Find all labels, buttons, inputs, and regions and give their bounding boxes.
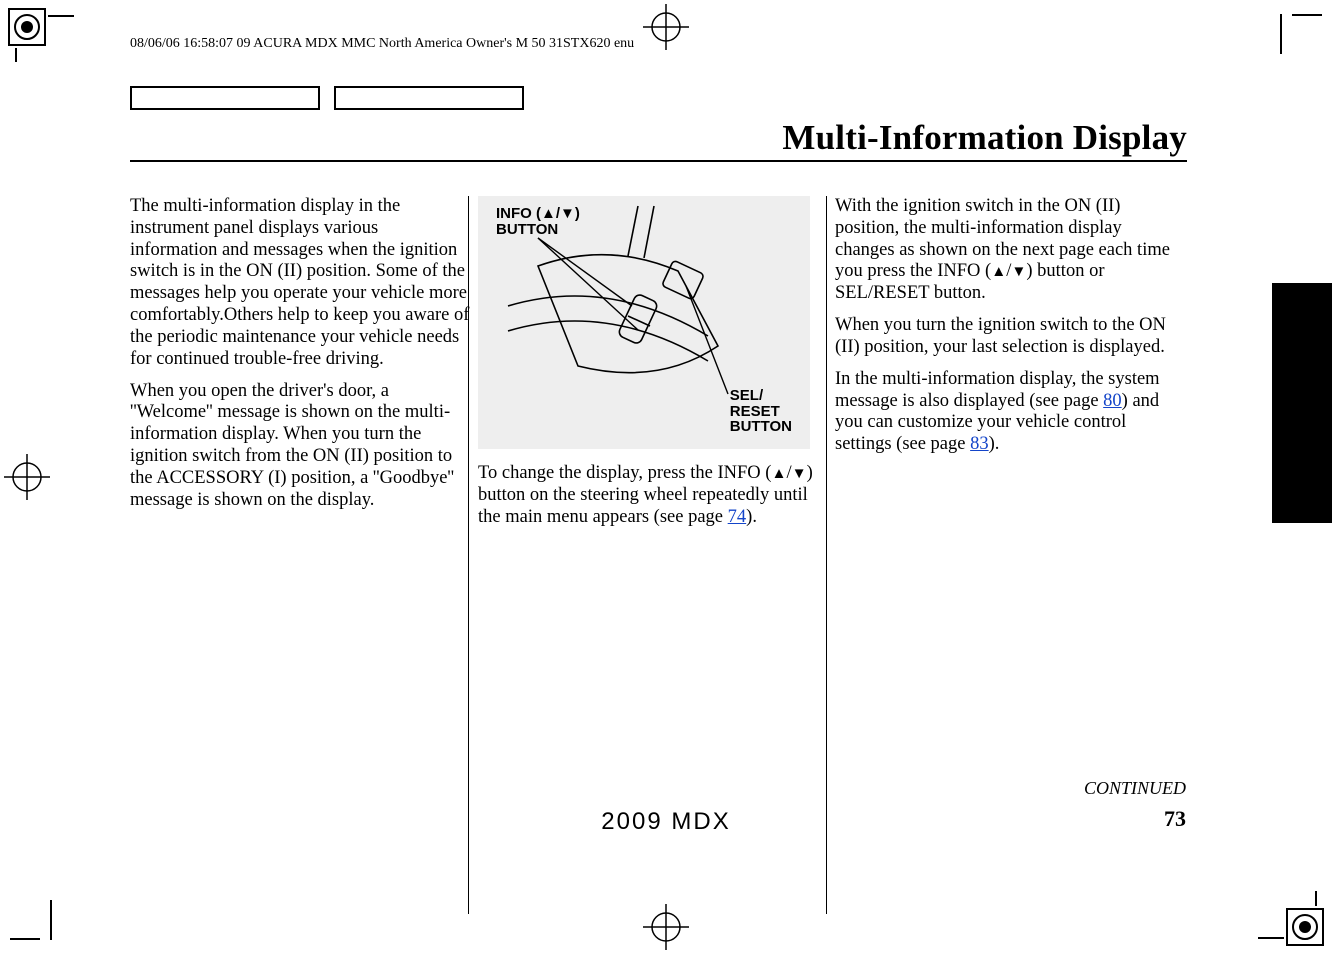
paragraph: When you open the driver's door, a ''Wel… (130, 381, 470, 512)
manual-page: 08/06/06 16:58:07 09 ACURA MDX MMC North… (0, 0, 1332, 954)
hollow-box-1 (130, 86, 320, 110)
triangle-down-icon (1011, 261, 1026, 281)
page-ref-link[interactable]: 80 (1103, 391, 1122, 411)
steering-wheel-svg (478, 196, 810, 449)
triangle-up-icon (991, 261, 1006, 281)
column-2: INFO (▲/▼) BUTTON SEL/ RESET BUTTON (478, 196, 818, 538)
steering-wheel-diagram: INFO (▲/▼) BUTTON SEL/ RESET BUTTON (478, 196, 810, 449)
triangle-up-icon (771, 463, 786, 483)
hollow-box-2 (334, 86, 524, 110)
registration-cross-left (4, 454, 50, 500)
column-3: With the ignition switch in the ON (II) … (835, 196, 1185, 466)
paragraph: In the multi-information display, the sy… (835, 369, 1185, 456)
text: ). (989, 434, 1000, 454)
registration-cross-top (643, 4, 689, 50)
paragraph: To change the display, press the INFO ( /… (478, 463, 818, 528)
title-rule (130, 160, 1187, 162)
page-ref-link[interactable]: 83 (970, 434, 989, 454)
text: / (786, 463, 791, 483)
paragraph: The multi-information display in the ins… (130, 196, 470, 371)
registration-cross-bottom (643, 904, 689, 950)
page-title: Multi-Information Display (782, 118, 1187, 158)
paragraph: With the ignition switch in the ON (II) … (835, 196, 1185, 305)
column-1: The multi-information display in the ins… (130, 196, 470, 522)
text: ). (746, 507, 757, 527)
column-divider (826, 196, 827, 914)
page-ref-link[interactable]: 74 (728, 507, 747, 527)
crop-mark (50, 900, 52, 940)
crop-mark (1292, 14, 1322, 16)
paragraph: When you turn the ignition switch to the… (835, 315, 1185, 359)
printer-mark-br (1254, 891, 1324, 946)
content-area: The multi-information display in the ins… (130, 196, 1187, 794)
metadata-header: 08/06/06 16:58:07 09 ACURA MDX MMC North… (130, 36, 634, 52)
text: To change the display, press the INFO ( (478, 463, 771, 483)
crop-mark (1280, 14, 1282, 54)
section-tab: Instruments and Controls (1272, 283, 1332, 523)
page-number: 73 (1164, 806, 1186, 832)
continued-label: CONTINUED (1084, 778, 1186, 799)
section-tab-label: Instruments and Controls (1275, 315, 1293, 492)
vehicle-model: 2009 MDX (601, 808, 730, 836)
triangle-down-icon (792, 463, 807, 483)
printer-mark-tl (8, 8, 78, 63)
crop-mark (10, 938, 40, 940)
